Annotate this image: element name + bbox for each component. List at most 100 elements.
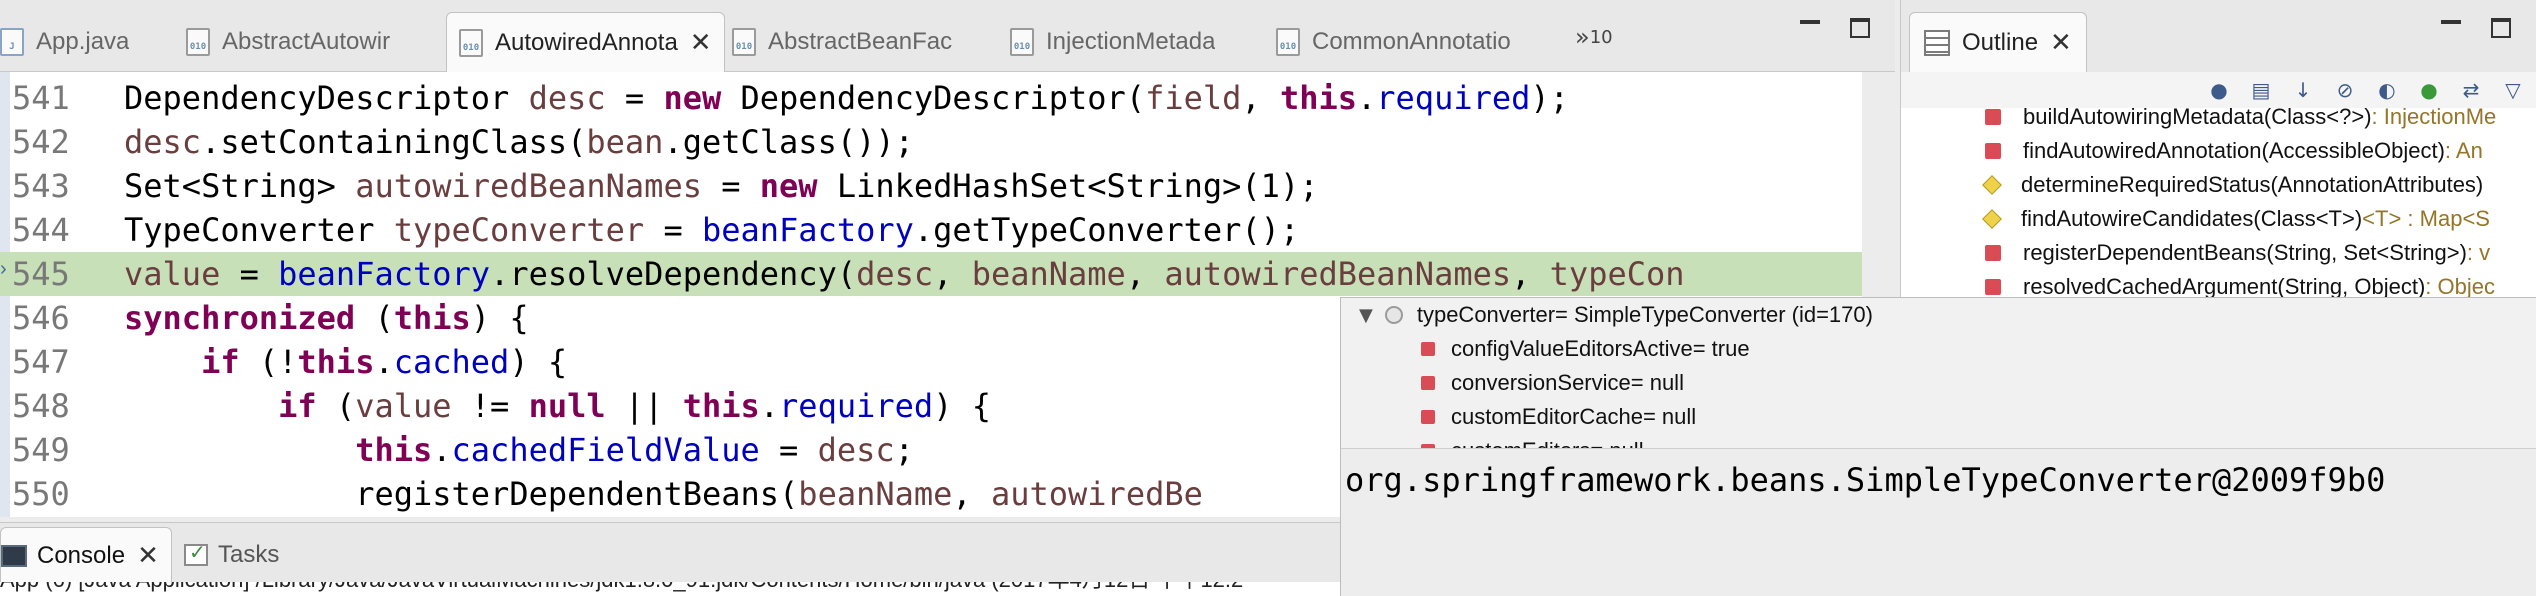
- variable-tree-item[interactable]: customEditorCache= null: [1341, 400, 1696, 434]
- line-number: 542: [12, 123, 70, 161]
- code-token: .setContainingClass(: [201, 123, 587, 161]
- outline-item[interactable]: findAutowiredAnnotation(AccessibleObject…: [1901, 134, 2483, 168]
- minimize-editor-button[interactable]: [1800, 20, 1820, 36]
- local-variable-icon: [1384, 306, 1403, 324]
- private-method-icon: [1985, 109, 2001, 125]
- collapse-all-icon[interactable]: ▤: [2249, 78, 2273, 102]
- outline-tab-bar: Outline ✕: [1901, 0, 2536, 72]
- code-token: (: [316, 387, 356, 425]
- line-number: 543: [12, 167, 70, 205]
- code-token: this: [393, 299, 471, 337]
- code-token: beanName: [971, 255, 1126, 293]
- class-file-icon: 010: [1010, 28, 1034, 56]
- editor-tab-label: App.java: [36, 28, 130, 55]
- code-token: DependencyDescriptor: [124, 79, 529, 117]
- code-token: =: [220, 255, 279, 293]
- variable-tree-root[interactable]: ▼ typeConverter= SimpleTypeConverter (id…: [1341, 298, 1873, 332]
- code-token: .: [1357, 79, 1377, 117]
- editor-tab-bar: J App.java 010 AbstractAutowir 010 Autow…: [0, 0, 1895, 73]
- code-token: desc: [817, 431, 895, 469]
- code-line[interactable]: 542 desc.setContainingClass(bean.getClass…: [0, 120, 1862, 164]
- variable-tree-item[interactable]: configValueEditorsActive= true: [1341, 332, 1750, 366]
- code-line[interactable]: 545 value = beanFactory.resolveDependency…: [0, 252, 1862, 296]
- code-token: desc: [528, 79, 606, 117]
- editor-tab-app-java[interactable]: J App.java: [0, 12, 129, 72]
- outline-item[interactable]: determineRequiredStatus(AnnotationAttrib…: [1901, 168, 2483, 202]
- outline-icon: [1924, 29, 1950, 56]
- link-editor-icon[interactable]: ⇄: [2459, 78, 2483, 102]
- code-token: synchronized: [124, 299, 356, 337]
- sort-icon[interactable]: ↓: [2291, 78, 2315, 102]
- code-line[interactable]: 544 TypeConverter typeConverter = beanFac…: [0, 208, 1862, 252]
- code-token: bean: [586, 123, 664, 161]
- hide-fields-icon[interactable]: ●: [2207, 78, 2231, 102]
- variable-hover-popup: ▼ typeConverter= SimpleTypeConverter (id…: [1340, 297, 2536, 596]
- code-token: .getClass());: [663, 123, 914, 161]
- editor-tab-autowired-annotation[interactable]: 010 AutowiredAnnota ✕: [446, 12, 725, 73]
- outline-tab-label: Outline: [1962, 28, 2039, 56]
- private-field-icon: [1421, 410, 1435, 424]
- hide-static-icon[interactable]: ⊘: [2333, 78, 2357, 102]
- code-token: if: [201, 343, 240, 381]
- outline-item-return-type: : An: [2444, 138, 2483, 163]
- close-outline-icon[interactable]: ✕: [2050, 28, 2072, 58]
- editor-tab-abstract-bean-factory[interactable]: 010 AbstractBeanFac: [732, 12, 952, 72]
- code-token: =: [605, 79, 664, 117]
- code-line[interactable]: 541 DependencyDescriptor desc = new Depen…: [0, 76, 1862, 120]
- code-token: !=: [451, 387, 529, 425]
- code-token: Set<String>: [124, 167, 356, 205]
- hide-local-types-icon[interactable]: ●: [2417, 78, 2441, 102]
- outline-item-return-type: : InjectionMe: [2371, 108, 2497, 129]
- outline-item-return-type: : v: [2466, 240, 2491, 265]
- tab-overflow-button[interactable]: » 10: [1575, 12, 1613, 62]
- editor-tab-label: AutowiredAnnota: [495, 29, 678, 56]
- outline-item[interactable]: findAutowireCandidates(Class<T>) <T> : M…: [1901, 202, 2490, 236]
- editor-tab-label: CommonAnnotatio: [1312, 28, 1511, 55]
- code-token: value: [124, 255, 221, 293]
- variable-tree-item[interactable]: conversionService= null: [1341, 366, 1684, 400]
- view-menu-icon[interactable]: ▽: [2501, 78, 2525, 102]
- outline-item-name: determineRequiredStatus(AnnotationAttrib…: [2021, 172, 2484, 197]
- outline-tab[interactable]: Outline ✕: [1909, 12, 2087, 72]
- code-token: .: [432, 431, 452, 469]
- tab-tasks[interactable]: Tasks: [184, 527, 279, 583]
- outline-item-name: registerDependentBeans(String, Set<Strin…: [2023, 240, 2467, 265]
- hide-nonpublic-icon[interactable]: ◐: [2375, 78, 2399, 102]
- maximize-outline-button[interactable]: [2491, 18, 2511, 38]
- tab-console[interactable]: Console ✕: [0, 527, 172, 583]
- code-text: TypeConverter typeConverter = beanFactor…: [124, 208, 1299, 252]
- code-token: new: [759, 167, 818, 205]
- variable-tree-item[interactable]: customEditors= null: [1341, 434, 1644, 448]
- maximize-editor-button[interactable]: [1850, 18, 1870, 38]
- class-file-icon: 010: [459, 29, 483, 57]
- code-line[interactable]: 543 Set<String> autowiredBeanNames = new …: [0, 164, 1862, 208]
- bottom-panel-tab-bar: Console ✕ Tasks: [0, 522, 1340, 583]
- minimize-outline-button[interactable]: [2441, 20, 2461, 36]
- outline-toolbar: ● ▤ ↓ ⊘ ◐ ● ⇄ ▽: [1901, 72, 2536, 108]
- console-process-label: App (6) [Java Application] /Library/Java…: [0, 582, 1243, 594]
- editor-tab-common-annotation[interactable]: 010 CommonAnnotatio: [1276, 12, 1511, 72]
- outline-item[interactable]: buildAutowiringMetadata(Class<?>) : Inje…: [1901, 108, 2496, 134]
- collapse-arrow-icon[interactable]: ▼: [1359, 305, 1373, 326]
- code-text: if (!this.cached) {: [124, 340, 567, 384]
- line-number: 548: [12, 387, 70, 425]
- line-number: 549: [12, 431, 70, 469]
- code-token: =: [644, 211, 702, 249]
- outline-item-name: findAutowireCandidates(Class<T>): [2021, 206, 2363, 231]
- code-token: required: [779, 387, 934, 425]
- code-token: TypeConverter: [124, 211, 394, 249]
- outline-item[interactable]: registerDependentBeans(String, Set<Strin…: [1901, 236, 2490, 270]
- close-tab-icon[interactable]: ✕: [690, 28, 712, 58]
- overflow-chevron-icon: »: [1575, 23, 1590, 51]
- editor-tab-injection-metadata[interactable]: 010 InjectionMetada: [1010, 12, 1215, 72]
- code-token: null: [528, 387, 606, 425]
- variable-detail-pane[interactable]: org.springframework.beans.SimpleTypeConv…: [1341, 448, 2536, 596]
- code-token: ) {: [509, 343, 568, 381]
- code-token: ) {: [470, 299, 529, 337]
- outline-item[interactable]: resolvedCachedArgument(String, Object) :…: [1901, 270, 2495, 300]
- code-token: beanName: [798, 475, 953, 513]
- close-console-icon[interactable]: ✕: [137, 541, 159, 571]
- tab-tasks-label: Tasks: [218, 541, 280, 568]
- editor-tab-abstract-autowire[interactable]: 010 AbstractAutowir: [186, 12, 390, 72]
